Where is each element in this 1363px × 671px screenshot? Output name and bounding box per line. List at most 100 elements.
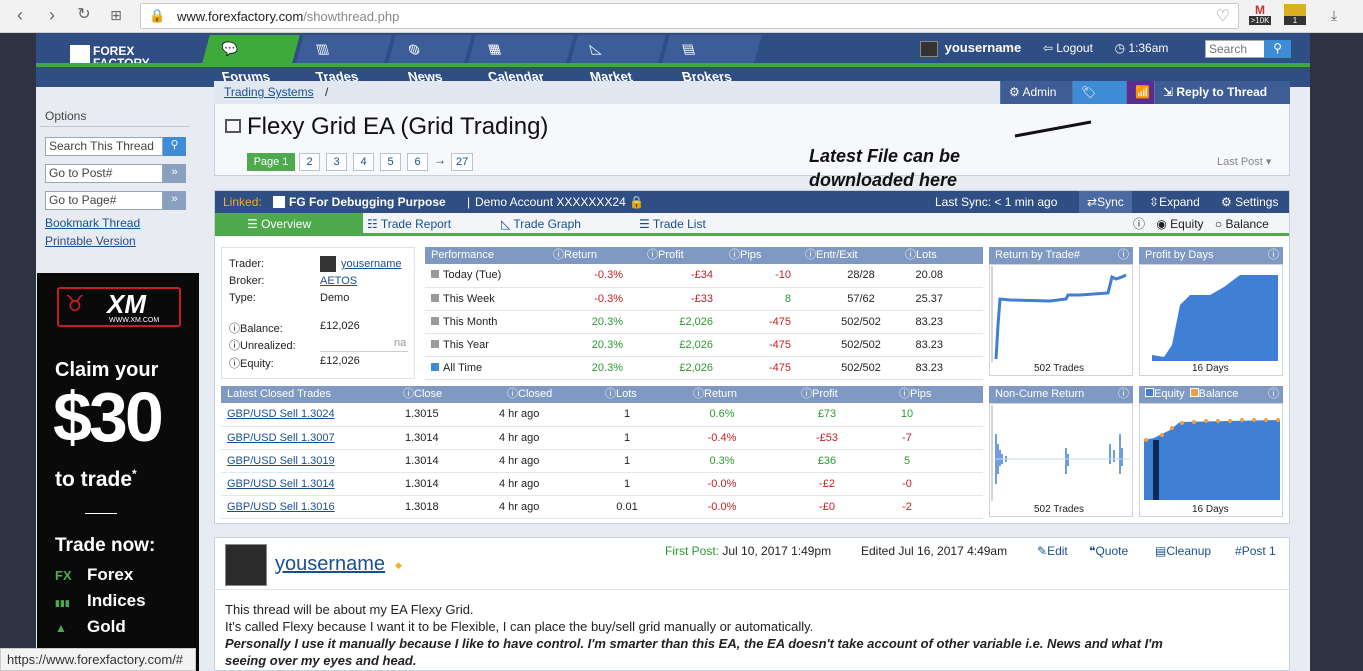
quote-button[interactable]: ❝Quote (1089, 544, 1128, 558)
cell-entr: 502/502 (841, 315, 881, 328)
cell-closed: 4 hr ago (499, 454, 540, 467)
trade-link[interactable]: GBP/USD Sell 1.3014 (227, 478, 335, 490)
printable-version-link[interactable]: Printable Version (45, 234, 136, 248)
options-title: Options (40, 109, 190, 127)
non-cume-return-chart[interactable]: 502 Trades (989, 403, 1133, 517)
equity-radio[interactable]: ◉ Equity (1156, 217, 1203, 231)
reload-icon[interactable]: ↻ (72, 4, 96, 28)
cell-lots: 25.37 (915, 292, 943, 305)
trader-avatar (320, 256, 336, 272)
balance-value: £12,026 (320, 320, 360, 332)
cell-ret: 20.3% (591, 338, 623, 351)
tab-calendar[interactable]: ▦ Calendar (468, 35, 574, 84)
browser-toolbar: ‹ › ↻ ⊞ 🔒 www.forexfactory.com/showthrea… (0, 0, 1363, 33)
last-post-link[interactable]: Last Post ▾ (1217, 155, 1271, 168)
broker-link[interactable]: AETOS (320, 275, 357, 287)
tab-trade-graph[interactable]: ◺ Trade Graph (501, 213, 581, 236)
cell-period: All Time (443, 361, 483, 374)
logout-link[interactable]: ⇦ Logout (1043, 41, 1093, 55)
tab-news[interactable]: ◍ News (388, 35, 472, 84)
post-number-link[interactable]: #Post 1 (1235, 544, 1276, 558)
closed-trades-header: Latest Closed Trades ⓘClose ⓘClosed ⓘLot… (221, 386, 983, 403)
tab-overview[interactable]: ☰ Overview (215, 213, 363, 236)
performance-row: This Week -0.3% -£33 8 57/62 25.37 (425, 287, 983, 311)
search-thread-icon[interactable]: ⚲ (163, 137, 186, 156)
address-bar[interactable]: 🔒 www.forexfactory.com/showthread.php ♡ (140, 3, 1239, 29)
cell-profit: £2,026 (679, 338, 713, 351)
subscribe-icon[interactable]: 📶 (1126, 81, 1154, 104)
page-4[interactable]: 4 (353, 153, 374, 171)
linked-label: Linked: (223, 195, 262, 209)
edit-button[interactable]: ✎Edit (1037, 544, 1068, 558)
header-username[interactable]: yousername (945, 40, 1022, 55)
ad-item-gold: ▲ Gold (55, 617, 126, 636)
equity-value: £12,026 (320, 355, 360, 367)
breadcrumb: Trading Systems / (214, 81, 1000, 104)
performance-row: All Time 20.3% £2,026 -475 502/502 83.23 (425, 356, 983, 380)
account-name[interactable]: FG For Debugging Purpose (289, 191, 446, 213)
search-thread-input[interactable]: Search This Thread (45, 137, 163, 156)
balance-radio[interactable]: ○ Balance (1215, 217, 1269, 231)
tab-brokers[interactable]: ▤ Brokers (662, 35, 762, 84)
performance-header: Performance ⓘReturn ⓘProfit ⓘPips ⓘEntr/… (425, 247, 983, 264)
breadcrumb-trading-systems[interactable]: Trading Systems (224, 85, 314, 99)
performance-row: This Year 20.3% £2,026 -475 502/502 83.23 (425, 333, 983, 357)
goto-page-button[interactable]: » (163, 191, 186, 210)
page-title: Flexy Grid EA (Grid Trading) (247, 113, 549, 140)
post-avatar[interactable] (225, 544, 267, 586)
apps-grid-icon[interactable]: ⊞ (104, 4, 128, 28)
cell-profit: £2,026 (679, 315, 713, 328)
trade-link[interactable]: GBP/USD Sell 1.3019 (227, 455, 335, 467)
download-icon[interactable]: ⤓ (1322, 4, 1346, 28)
page-2[interactable]: 2 (299, 153, 320, 171)
thread-icon (225, 119, 241, 133)
settings-button[interactable]: ⚙ Settings (1213, 191, 1286, 213)
trade-link[interactable]: GBP/USD Sell 1.3016 (227, 501, 335, 513)
extension-icon[interactable]: 1 (1284, 4, 1306, 28)
bookmark-heart-icon[interactable]: ♡ (1216, 6, 1230, 26)
post-username[interactable]: yousername (275, 553, 385, 576)
cleanup-button[interactable]: ▤Cleanup (1155, 544, 1211, 558)
tab-trade-list[interactable]: ☰ Trade List (639, 213, 706, 236)
tab-trades[interactable]: ▥ Trades (296, 35, 392, 84)
profit-by-days-chart[interactable]: 16 Days (1139, 264, 1283, 376)
avatar[interactable] (920, 40, 938, 57)
goto-page-input[interactable]: Go to Page# (45, 191, 163, 210)
search-icon[interactable]: ⚲ (1264, 40, 1291, 58)
trader-link[interactable]: yousername (341, 258, 402, 270)
goto-post-button[interactable]: » (163, 164, 186, 183)
page-3[interactable]: 3 (326, 153, 347, 171)
trade-link[interactable]: GBP/USD Sell 1.3007 (227, 432, 335, 444)
gmail-extension-icon[interactable]: M >10K (1249, 4, 1271, 28)
tab-trade-report[interactable]: ☷ Trade Report (367, 213, 451, 236)
widget-header: Linked: FG For Debugging Purpose | Demo … (215, 191, 1289, 213)
bookmark-thread-link[interactable]: Bookmark Thread (45, 216, 140, 230)
reply-to-thread-button[interactable]: ⇲ Reply to Thread (1154, 81, 1290, 104)
admin-button[interactable]: ⚙ Admin (1000, 81, 1072, 104)
expand-button[interactable]: ⇳Expand (1141, 191, 1208, 213)
trade-link[interactable]: GBP/USD Sell 1.3024 (227, 408, 335, 420)
cell-entr: 502/502 (841, 338, 881, 351)
equity-balance-chart[interactable]: 16 Days (1139, 403, 1283, 517)
site-header: FOREXFACTORY 💬 Forums ▥ Trades ◍ News ▦ … (36, 33, 1310, 87)
closed-trade-row: GBP/USD Sell 1.3016 1.3018 4 hr ago 0.01 -0.… (221, 495, 983, 519)
return-by-trade-chart[interactable]: 502 Trades (989, 264, 1133, 376)
closed-trade-row: GBP/USD Sell 1.3007 1.3014 4 hr ago 1 -0.4% -… (221, 426, 983, 450)
cell-close: 1.3014 (405, 477, 439, 490)
sidebar: Options Search This Thread ⚲ Go to Post#… (36, 105, 200, 671)
xm-logo: ♉ XM WWW.XM.COM (57, 287, 181, 327)
page-1[interactable]: Page 1 (247, 153, 295, 171)
attachments-button[interactable]: 🏷 173 (1072, 81, 1126, 122)
back-icon[interactable]: ‹ (8, 4, 32, 28)
sync-button[interactable]: ⇄Sync (1079, 191, 1132, 213)
xm-advertisement[interactable]: ♉ XM WWW.XM.COM Claim your $30 to trade*… (37, 273, 199, 671)
goto-post-input[interactable]: Go to Post# (45, 164, 163, 183)
page-5[interactable]: 5 (380, 153, 401, 171)
tab-market[interactable]: ◺ Market (570, 35, 666, 84)
page-last[interactable]: 27 (451, 153, 474, 171)
page-6[interactable]: 6 (407, 153, 428, 171)
tab-forums[interactable]: 💬 Forums (202, 35, 300, 84)
first-post-date: First Post: Jul 10, 2017 1:49pm (665, 544, 832, 558)
forward-icon[interactable]: › (40, 4, 64, 28)
post-line: seeing over my eyes and head. (225, 653, 417, 668)
